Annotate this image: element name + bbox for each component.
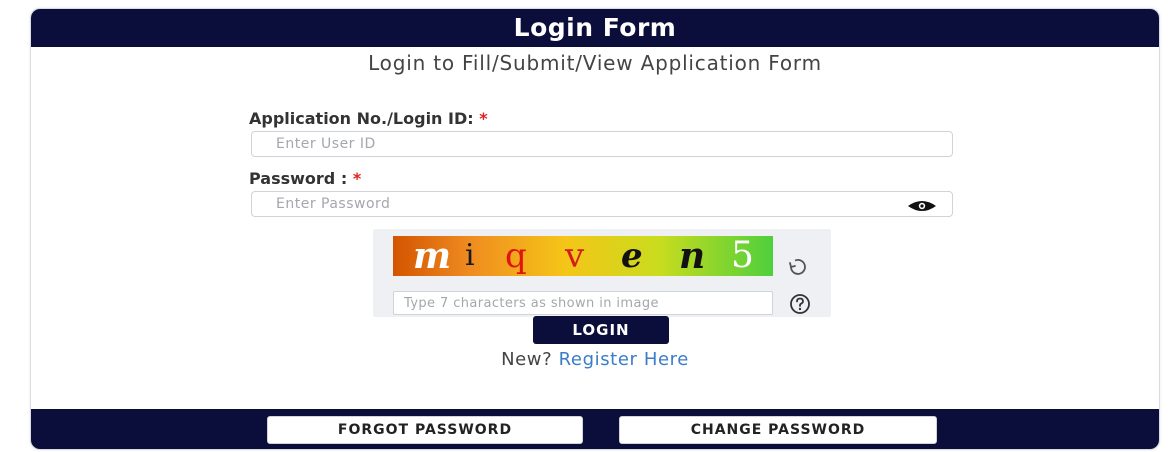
password-required-mark: * (352, 169, 362, 188)
login-id-required-mark: * (479, 109, 488, 128)
captcha-input[interactable] (393, 291, 773, 315)
show-password-eye-icon[interactable] (907, 198, 937, 214)
page-title: Login Form (31, 9, 1159, 47)
forgot-password-button[interactable]: FORGOT PASSWORD (267, 416, 583, 444)
captcha-characters: m i q v e n 5 (393, 236, 773, 276)
captcha-char: v (565, 236, 585, 276)
login-card: Login Form Login to Fill/Submit/View App… (30, 8, 1160, 450)
login-id-label: Application No./Login ID: (249, 109, 474, 128)
password-label: Password : (249, 169, 348, 188)
captcha-panel: m i q v e n 5 (373, 229, 831, 317)
captcha-char: i (465, 238, 475, 273)
register-prompt: New? Register Here (31, 349, 1159, 370)
captcha-char: q (505, 236, 527, 276)
register-link[interactable]: Register Here (559, 349, 689, 370)
login-button[interactable]: LOGIN (533, 316, 669, 344)
password-input[interactable] (251, 191, 953, 217)
change-password-button[interactable]: CHANGE PASSWORD (619, 416, 937, 444)
help-icon[interactable] (789, 293, 811, 315)
password-label-row: Password : * (249, 169, 361, 188)
captcha-image: m i q v e n 5 (393, 236, 773, 276)
captcha-char: e (621, 236, 643, 276)
refresh-icon[interactable] (786, 255, 810, 279)
login-id-input[interactable] (251, 131, 953, 157)
form-subtitle: Login to Fill/Submit/View Application Fo… (368, 51, 822, 75)
captcha-char: n (679, 236, 706, 276)
captcha-char: 5 (731, 236, 754, 276)
captcha-char: m (413, 236, 452, 276)
footer-bar: FORGOT PASSWORD CHANGE PASSWORD (31, 409, 1159, 449)
login-id-label-row: Application No./Login ID: * (249, 109, 488, 128)
new-user-prefix: New? (501, 349, 553, 370)
